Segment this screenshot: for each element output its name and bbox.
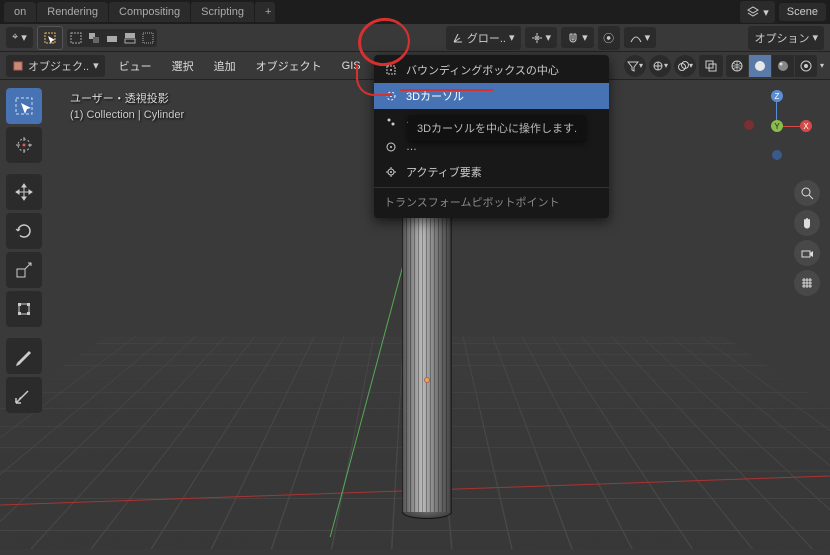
pivot-menu-3d-cursor[interactable]: 3Dカーソル [374, 83, 609, 109]
menu-add[interactable]: 追加 [208, 55, 242, 77]
dot-icon: ⦿ [603, 30, 614, 46]
cylinder-object[interactable] [402, 200, 452, 525]
tab-compositing[interactable]: Compositing [109, 2, 190, 22]
mode-label: オブジェク.. [28, 58, 89, 74]
perspective-toggle-button[interactable] [794, 270, 820, 296]
magnifier-icon [800, 186, 814, 200]
shading-wireframe[interactable] [726, 55, 748, 77]
sel-mode-3[interactable] [103, 29, 121, 47]
navigation-gizmo[interactable]: Z Y X [740, 90, 812, 162]
tool-scale[interactable] [6, 252, 42, 288]
sel-mode-5[interactable] [139, 29, 157, 47]
object-origin-dot [424, 377, 430, 383]
camera-icon [800, 246, 814, 260]
pivot-icon [531, 32, 543, 44]
mode-selector[interactable]: オブジェク..▾ [6, 55, 105, 77]
transform-orientation-label: グロー.. [467, 30, 506, 46]
sel-mode-2[interactable] [85, 29, 103, 47]
pivot-menu-label: … [406, 141, 417, 153]
pivot-menu-label: バウンディングボックスの中心 [406, 62, 559, 78]
shading-solid[interactable] [749, 55, 771, 77]
overlay-dropdown[interactable]: ▾ [674, 55, 696, 77]
axes-icon [452, 32, 464, 44]
proportional-editing-dropdown[interactable]: ▾ [624, 27, 657, 48]
options-dropdown[interactable]: オプション ▾ [748, 26, 824, 50]
active-element-icon [384, 165, 398, 179]
tool-transform[interactable] [6, 291, 42, 327]
tool-annotate[interactable] [6, 338, 42, 374]
active-object-label: (1) Collection | Cylinder [70, 109, 184, 121]
snap-target-button[interactable]: ⦿ [598, 26, 620, 50]
visibility-filter-dropdown[interactable]: ▾ [624, 55, 646, 77]
tool-shelf [6, 88, 42, 413]
pivot-menu-active-element[interactable]: アクティブ要素 [374, 159, 609, 185]
individual-origin-icon [384, 115, 398, 129]
tool-measure[interactable] [6, 377, 42, 413]
gizmo-icon [652, 60, 664, 72]
xray-toggle[interactable] [699, 55, 723, 77]
gizmo-x-axis[interactable]: X [800, 120, 812, 132]
options-label: オプション [754, 30, 809, 46]
transform-orientation-dropdown[interactable]: グロー..▾ [446, 26, 521, 50]
grid-icon [800, 276, 814, 290]
tool-header: ⌖▾ グロー..▾ ▾ ▾ ⦿ ▾ オプション ▾ [0, 24, 830, 52]
menu-view[interactable]: ビュー [113, 55, 158, 77]
tab-layout[interactable]: on [4, 2, 36, 22]
shading-rendered[interactable] [795, 55, 817, 77]
camera-view-button[interactable] [794, 240, 820, 266]
gizmo-y-axis[interactable]: Y [771, 120, 783, 132]
pivot-menu-footer: トランスフォームピボットポイント [374, 187, 609, 216]
select-box-tool-button[interactable] [37, 26, 63, 50]
tool-select-box[interactable] [6, 88, 42, 124]
gizmo-z-axis[interactable]: Z [771, 90, 783, 102]
bounding-box-icon [384, 63, 398, 77]
median-icon [384, 140, 398, 154]
viewport-overlay-text: ユーザー・透視投影 (1) Collection | Cylinder [70, 90, 184, 121]
zoom-button[interactable] [794, 180, 820, 206]
scene-label: Scene [787, 6, 818, 18]
gizmo-dropdown[interactable]: ▾ [649, 55, 671, 77]
object-mode-icon [12, 60, 24, 72]
layers-icon [746, 5, 760, 19]
xray-icon [704, 59, 718, 73]
tool-cursor[interactable] [6, 127, 42, 163]
pivot-menu-bounding-box[interactable]: バウンディングボックスの中心 [374, 57, 609, 83]
pivot-menu-label: アクティブ要素 [406, 164, 482, 180]
shading-material[interactable] [772, 55, 794, 77]
tab-rendering[interactable]: Rendering [37, 2, 108, 22]
scene-layer-button[interactable]: ▾ [740, 1, 775, 23]
sel-mode-4[interactable] [121, 29, 139, 47]
add-tab-button[interactable]: + [255, 2, 275, 22]
menu-object[interactable]: オブジェクト [250, 55, 328, 77]
gizmo-neg-x[interactable] [744, 120, 754, 130]
cursor-icon [384, 89, 398, 103]
view-perspective-label: ユーザー・透視投影 [70, 90, 184, 106]
workspace-tabs: on Rendering Compositing Scripting + ▾ S… [0, 0, 830, 24]
hand-icon [800, 216, 814, 230]
curve-icon [630, 32, 642, 44]
menu-gis[interactable]: GIS [336, 57, 367, 75]
magnet-icon [567, 32, 579, 44]
cursor-target-icon: ⌖ [12, 31, 18, 44]
menu-select[interactable]: 選択 [166, 55, 200, 77]
sel-mode-1[interactable] [67, 29, 85, 47]
shading-modes [726, 55, 817, 77]
pivot-menu-label: 3Dカーソル [406, 88, 464, 104]
snap-toggle[interactable]: ▾ [561, 27, 594, 48]
pivot-point-dropdown[interactable]: ▾ [525, 27, 558, 48]
tooltip: 3Dカーソルを中心に操作します. [408, 115, 586, 141]
scene-selector[interactable]: Scene [779, 3, 826, 21]
tab-scripting[interactable]: Scripting [191, 2, 254, 22]
gizmo-neg-z[interactable] [772, 150, 782, 160]
tool-move[interactable] [6, 174, 42, 210]
selection-mode-buttons [67, 29, 157, 47]
pan-button[interactable] [794, 210, 820, 236]
cursor-dropdown[interactable]: ⌖▾ [6, 27, 33, 48]
overlay-icon [677, 60, 689, 72]
filter-icon [627, 60, 639, 72]
tool-rotate[interactable] [6, 213, 42, 249]
select-box-icon [43, 31, 57, 45]
